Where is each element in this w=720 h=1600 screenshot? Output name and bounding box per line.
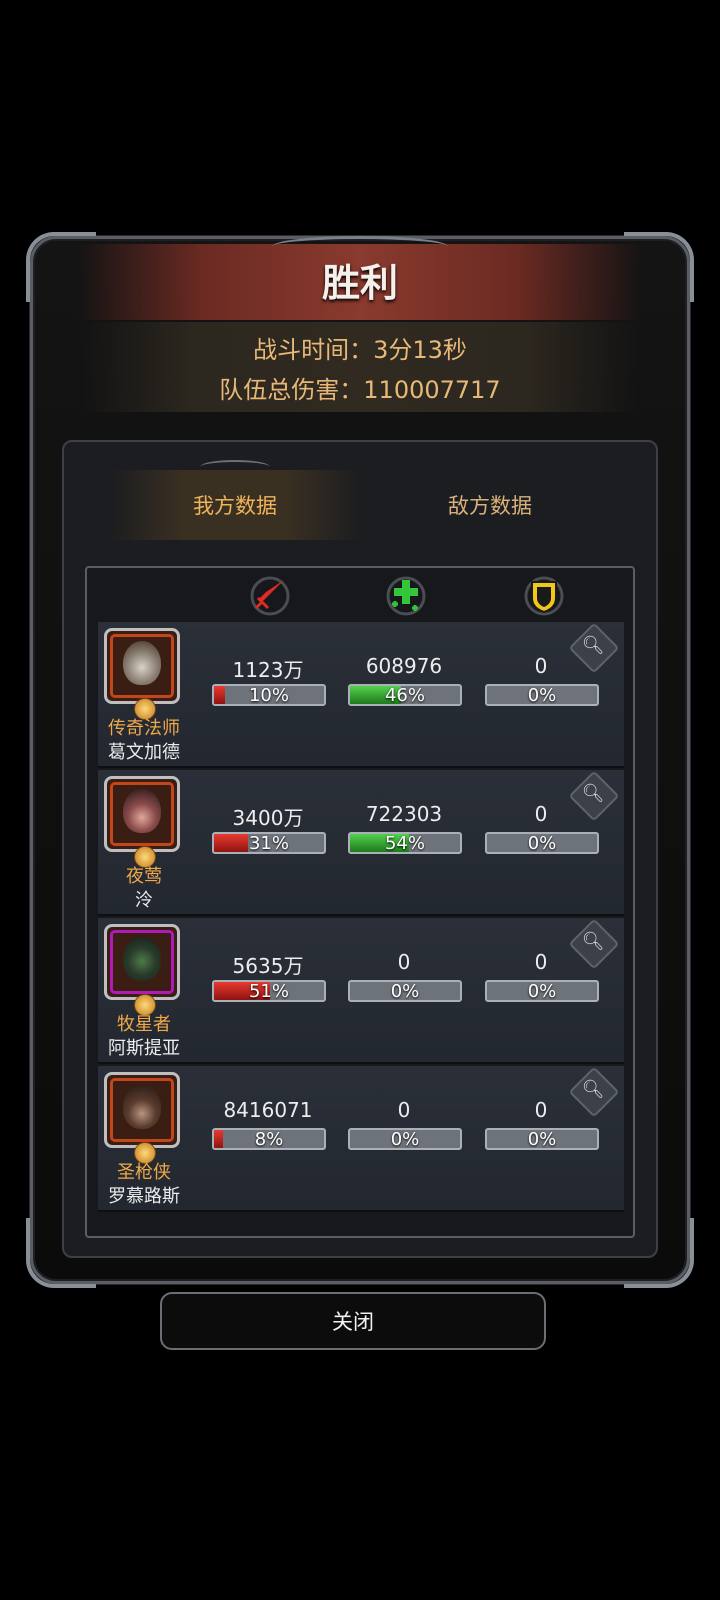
tank-percent: 0% xyxy=(527,1129,557,1150)
damage-percent: 31% xyxy=(248,833,289,854)
damage-bar: 10% xyxy=(212,684,326,706)
hero-name: 泠 xyxy=(135,890,153,911)
magnifier-icon: 🔍︎ xyxy=(581,1079,605,1100)
hero-portrait[interactable] xyxy=(104,776,180,852)
heal-value: 0 xyxy=(397,950,411,974)
hero-row: 夜莺 泠 3400万 31% 722303 54% 0 0% 🔍︎ xyxy=(98,770,624,916)
magnifier-icon: 🔍︎ xyxy=(581,931,605,952)
battle-time-text: 战斗时间：3分13秒 xyxy=(253,336,467,364)
heal-bar: 0% xyxy=(348,980,462,1002)
damage-bar: 51% xyxy=(212,980,326,1002)
heal-percent: 0% xyxy=(390,1129,420,1150)
damage-value: 3400万 xyxy=(232,806,304,830)
magnifier-icon: 🔍︎ xyxy=(581,635,605,656)
heal-value: 608976 xyxy=(365,654,443,678)
damage-percent: 51% xyxy=(248,981,289,1002)
hero-portrait[interactable] xyxy=(104,924,180,1000)
heal-percent: 46% xyxy=(384,685,425,706)
hero-name: 阿斯提亚 xyxy=(108,1038,180,1059)
hero-class: 传奇法师 xyxy=(108,718,180,739)
damage-value: 1123万 xyxy=(232,658,304,682)
hero-portrait[interactable] xyxy=(104,1072,180,1148)
heal-bar: 0% xyxy=(348,1128,462,1150)
shield-icon xyxy=(524,576,564,616)
magnifier-icon: 🔍︎ xyxy=(581,783,605,804)
heal-bar: 46% xyxy=(348,684,462,706)
tank-percent: 0% xyxy=(527,833,557,854)
hero-portrait[interactable] xyxy=(104,628,180,704)
tank-bar: 0% xyxy=(485,684,599,706)
damage-value: 8416071 xyxy=(223,1098,313,1122)
hero-name: 葛文加德 xyxy=(108,742,180,763)
heal-bar: 54% xyxy=(348,832,462,854)
tab-enemy-data[interactable]: 敌方数据 xyxy=(365,470,615,540)
hero-class: 牧星者 xyxy=(117,1014,171,1035)
victory-title: 胜利 xyxy=(321,261,398,305)
tab-our-data[interactable]: 我方数据 xyxy=(110,470,360,540)
hero-row: 传奇法师 葛文加德 1123万 10% 608976 46% 0 0% 🔍︎ xyxy=(98,622,624,768)
tank-bar: 0% xyxy=(485,832,599,854)
hero-row: 圣枪侠 罗慕路斯 8416071 8% 0 0% 0 0% 🔍︎ xyxy=(98,1066,624,1212)
heal-percent: 54% xyxy=(384,833,425,854)
damage-bar: 8% xyxy=(212,1128,326,1150)
hero-class: 夜莺 xyxy=(126,866,162,887)
damage-percent: 10% xyxy=(248,685,289,706)
damage-percent: 8% xyxy=(254,1129,284,1150)
damage-value: 5635万 xyxy=(232,954,304,978)
hero-class: 圣枪侠 xyxy=(117,1162,171,1183)
tank-bar: 0% xyxy=(485,1128,599,1150)
sword-icon xyxy=(250,576,290,616)
damage-bar: 31% xyxy=(212,832,326,854)
close-button[interactable]: 关闭 xyxy=(160,1292,546,1350)
tank-percent: 0% xyxy=(527,685,557,706)
heal-value: 722303 xyxy=(365,802,443,826)
tank-percent: 0% xyxy=(527,981,557,1002)
heal-cross-icon xyxy=(386,576,426,616)
hero-name: 罗慕路斯 xyxy=(108,1186,180,1207)
hero-row: 牧星者 阿斯提亚 5635万 51% 0 0% 0 0% 🔍︎ xyxy=(98,918,624,1064)
heal-percent: 0% xyxy=(390,981,420,1002)
heal-value: 0 xyxy=(397,1098,411,1122)
tank-bar: 0% xyxy=(485,980,599,1002)
team-damage-text: 队伍总伤害：110007717 xyxy=(219,376,501,404)
